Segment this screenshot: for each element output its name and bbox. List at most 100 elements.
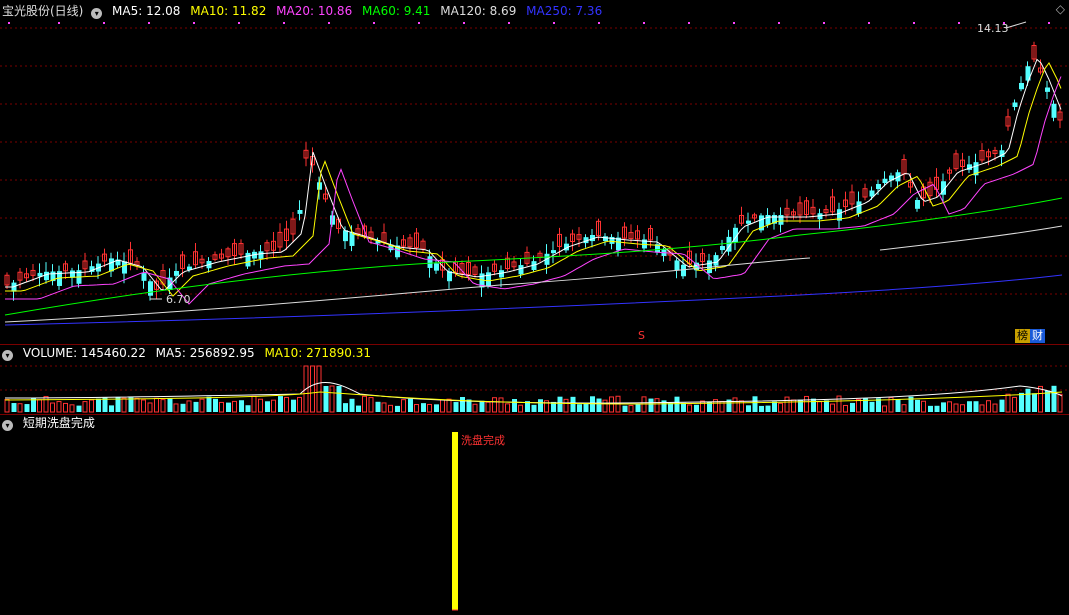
volume-value: VOLUME: 145460.22 [22, 346, 146, 360]
volume-bar [635, 404, 641, 412]
volume-bar [960, 404, 965, 413]
volume-bar [596, 398, 602, 412]
volume-bar [518, 404, 523, 413]
volume-legend: ▾ VOLUME: 145460.22 MA5: 256892.95 MA10:… [2, 344, 377, 362]
volume-bar [43, 395, 49, 413]
volume-bar [1025, 388, 1031, 412]
volume-bar [121, 397, 127, 413]
volume-bar [434, 404, 439, 412]
volume-bar [76, 405, 82, 412]
volume-bar [109, 405, 114, 412]
chevron-down-icon[interactable]: ▾ [2, 420, 13, 431]
marker-dot [913, 22, 915, 24]
marker-dot [643, 22, 645, 24]
cai-tag[interactable]: 财 [1030, 329, 1045, 343]
volume-bar [323, 386, 329, 412]
volume-bar [505, 403, 510, 413]
indicator-pane[interactable]: ▾ 短期洗盘完成 洗盘完成 [0, 414, 1069, 615]
volume-bar [941, 402, 946, 412]
bang-tag[interactable]: 榜 [1015, 329, 1030, 343]
candle-body [1012, 102, 1018, 107]
kline-chart[interactable] [0, 0, 1069, 344]
volume-bar [1051, 385, 1057, 412]
marker-dot [418, 22, 420, 24]
candle-body [297, 210, 303, 214]
volume-bar [213, 398, 218, 412]
volume-bar [498, 397, 504, 413]
marker-dot [688, 22, 690, 24]
volume-bar [1045, 390, 1050, 412]
candle-body [603, 236, 608, 242]
volume-bar [999, 399, 1005, 412]
volume-bar [368, 397, 374, 413]
volume-bar [628, 404, 634, 413]
volume-bar [128, 397, 134, 412]
volume-bar [953, 403, 959, 413]
volume-bar [811, 398, 816, 412]
volume-bar [609, 396, 614, 413]
candle-body [518, 265, 524, 275]
volume-bar [687, 404, 692, 413]
volume-bar [979, 404, 985, 413]
marker-dot [238, 22, 240, 24]
volume-bar [570, 396, 576, 412]
candle-body [258, 251, 264, 259]
volume-bar [421, 403, 426, 412]
volume-bar [622, 405, 628, 412]
marker-dot [58, 22, 60, 24]
volume-bar [563, 398, 569, 413]
volume-bar [265, 401, 270, 412]
kline-pane[interactable]: 宝光股份(日线) ▾ MA5: 12.08 MA10: 11.82 MA20: … [0, 0, 1069, 344]
volume-bar [284, 396, 289, 413]
volume-bar [349, 398, 355, 412]
volume-bar [843, 404, 848, 413]
marker-dot [553, 22, 555, 24]
volume-bar [583, 403, 589, 412]
volume-bar [492, 397, 497, 413]
kline-legend: 宝光股份(日线) ▾ MA5: 12.08 MA10: 11.82 MA20: … [2, 2, 608, 20]
marker-dot [958, 22, 960, 24]
volume-bar [440, 399, 445, 413]
indicator-chart[interactable] [0, 414, 1069, 615]
candle-body [778, 215, 784, 225]
marker-dot [463, 22, 465, 24]
volume-bar [17, 403, 23, 413]
volume-bar [746, 405, 751, 412]
candle-body [174, 271, 179, 276]
candle-body [674, 260, 680, 271]
volume-bar [694, 404, 699, 412]
volume-bar [401, 399, 406, 413]
volume-bar [895, 399, 901, 412]
volume-bar [817, 401, 822, 413]
marker-dot [733, 22, 735, 24]
volume-bar [206, 396, 212, 412]
volume-bar [219, 401, 224, 413]
volume-bar [472, 403, 478, 413]
volume-bar [258, 398, 263, 413]
candle-body [720, 246, 725, 251]
volume-pane[interactable]: ▾ VOLUME: 145460.22 MA5: 256892.95 MA10:… [0, 344, 1069, 414]
volume-bar [921, 400, 926, 413]
volume-bar [63, 402, 68, 413]
chevron-down-icon[interactable]: ▾ [2, 350, 13, 361]
volume-bar [147, 402, 153, 413]
volume-bar [102, 397, 108, 412]
volume-bar [557, 396, 563, 412]
candle-body [876, 184, 881, 190]
volume-bar [388, 404, 393, 413]
volume-bar [251, 395, 257, 413]
signal-label: 洗盘完成 [461, 434, 505, 447]
candle-body [486, 272, 491, 286]
volume-ma10: MA10: 271890.31 [264, 346, 372, 360]
volume-bar [512, 399, 517, 412]
volume-bar [453, 402, 459, 412]
volume-bar [824, 400, 829, 412]
ma5-line [5, 58, 1062, 291]
candle-body [70, 270, 75, 278]
volume-bar [784, 396, 790, 413]
volume-bar [986, 400, 991, 413]
marker-dot [193, 22, 195, 24]
ma250-label: MA250: 7.36 [526, 4, 603, 18]
chevron-down-icon[interactable]: ▾ [91, 8, 103, 19]
volume-bar [485, 401, 491, 413]
